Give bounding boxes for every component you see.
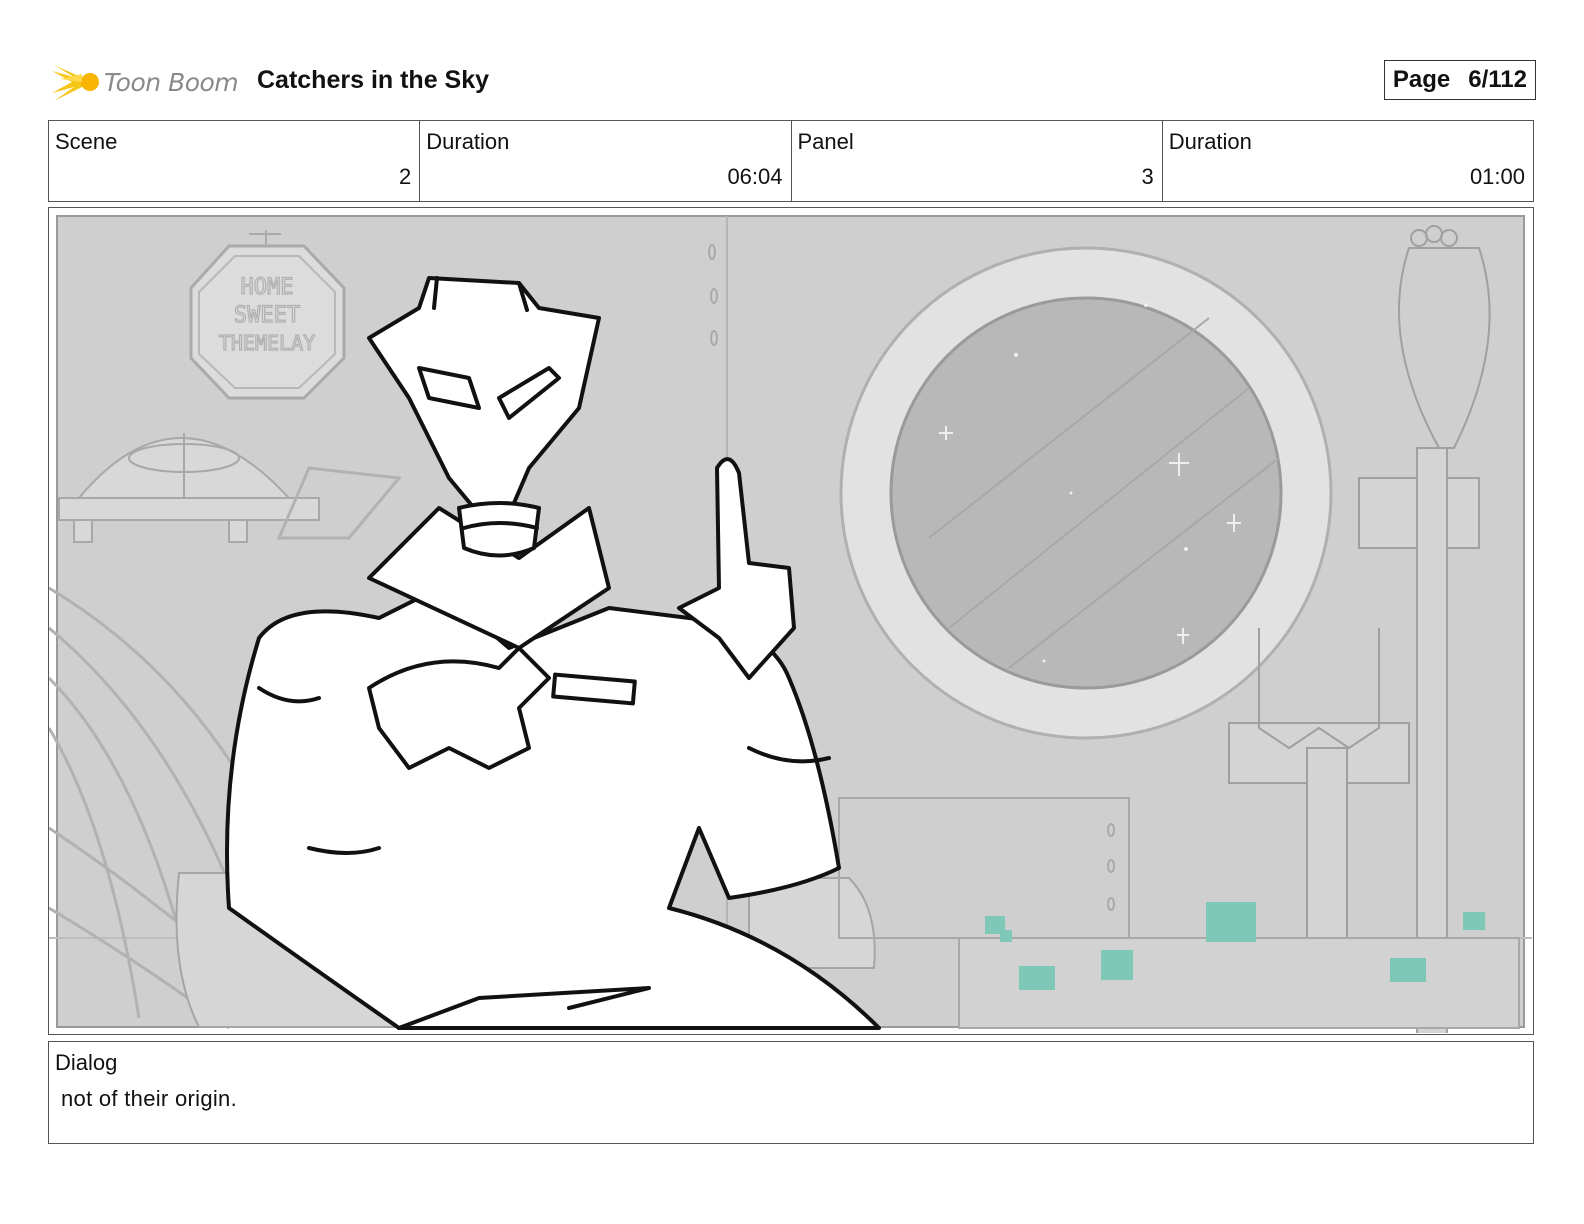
panel-sketch: HOME SWEET THEMELAY: [49, 208, 1532, 1033]
panel-duration-label: Duration: [1168, 129, 1252, 154]
scene-cell: Scene 2: [49, 121, 421, 201]
starburst-icon: [52, 65, 99, 101]
scene-duration-cell: Duration 06:04: [420, 121, 792, 201]
sign-line-3: THEMELAY: [219, 331, 315, 355]
dialog-text: not of their origin.: [61, 1086, 237, 1111]
panel-cell: Panel 3: [792, 121, 1163, 201]
logo-text: Toon Boom: [104, 67, 239, 97]
page-label: Page: [1392, 66, 1451, 93]
panel-info-row: Scene 2 Duration 06:04 Panel 3 Duration …: [48, 120, 1534, 202]
scene-label: Scene: [55, 129, 118, 154]
storyboard-panel-image: HOME SWEET THEMELAY: [48, 207, 1534, 1035]
scene-duration-value: 06:04: [727, 164, 783, 189]
panel-value: 3: [1141, 164, 1154, 189]
storyboard-header: Toon Boom Catchers in the Sky Page 6/112: [52, 56, 1536, 108]
dialog-label: Dialog: [55, 1050, 118, 1075]
scene-value: 2: [399, 164, 412, 189]
toon-boom-logo: Toon Boom: [52, 56, 239, 108]
page-number: 6/112: [1468, 66, 1527, 93]
scene-duration-label: Duration: [426, 129, 510, 154]
panel-duration-cell: Duration 01:00: [1163, 121, 1533, 201]
dialog-box: Dialog not of their origin.: [48, 1041, 1534, 1144]
page-indicator: Page 6/112: [1383, 60, 1536, 100]
panel-label: Panel: [797, 129, 854, 154]
sign-line-2: SWEET: [234, 303, 300, 328]
project-title: Catchers in the Sky: [257, 66, 490, 94]
panel-duration-value: 01:00: [1469, 164, 1525, 189]
porthole-window: [839, 246, 1333, 740]
sign-line-1: HOME: [241, 275, 294, 300]
